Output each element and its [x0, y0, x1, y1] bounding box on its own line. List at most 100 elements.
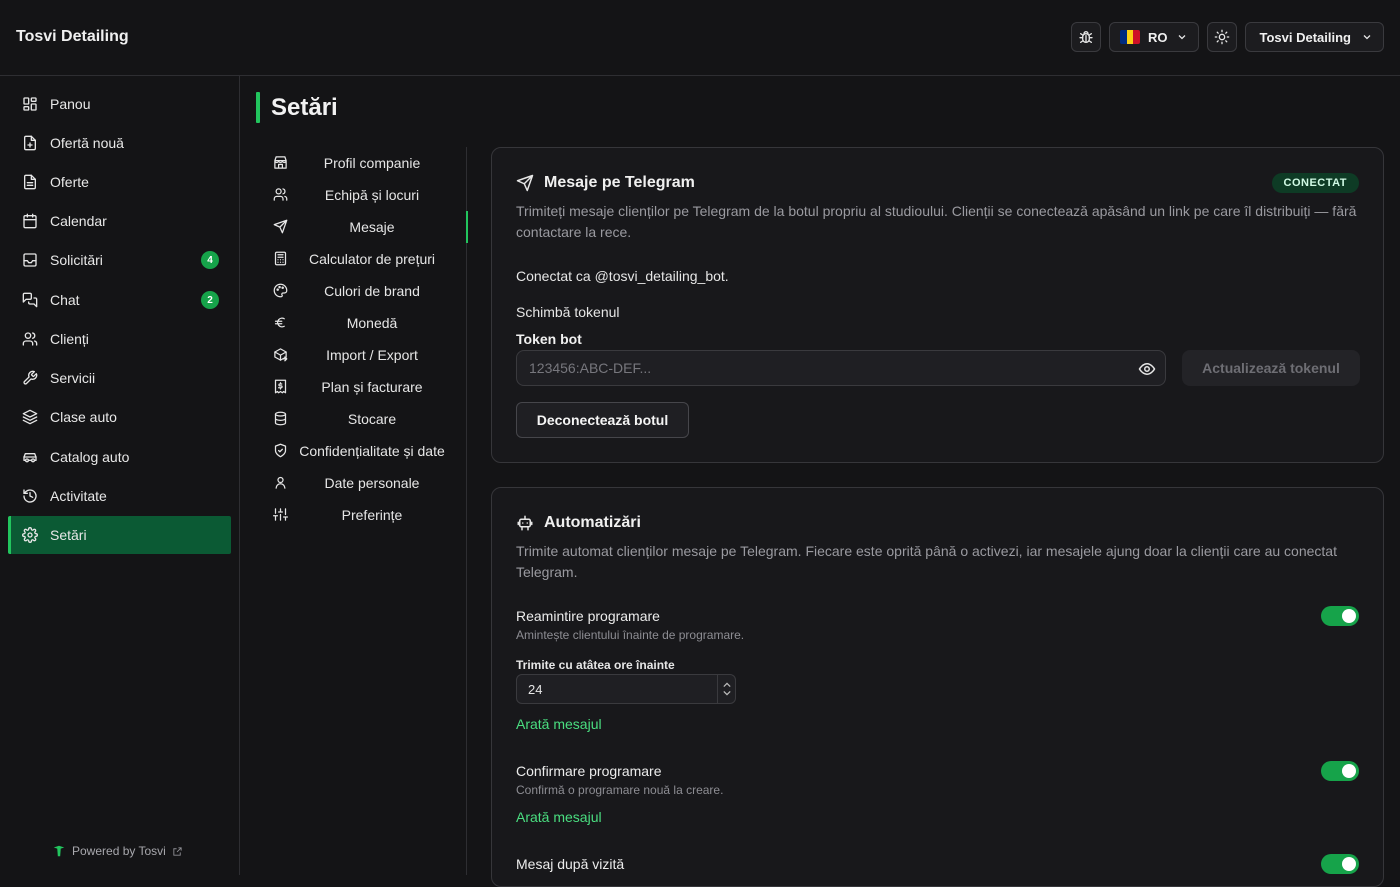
reminder-hours-label: Trimite cu atâtea ore înainte — [516, 658, 675, 672]
automations-description: Trimite automat clienților mesaje pe Tel… — [516, 543, 1337, 580]
robot-icon — [517, 515, 533, 531]
disconnect-bot-button[interactable]: Deconectează botul — [516, 402, 689, 438]
telegram-card: Mesaje pe Telegram CONECTAT Trimiteți me… — [491, 147, 1384, 463]
sidebar-item-label: Catalog auto — [50, 449, 130, 465]
sidebar-item-2[interactable]: Ofertă nouă — [8, 124, 231, 162]
telegram-title-text: Mesaje pe Telegram — [544, 174, 695, 191]
settings-nav-item-10[interactable]: Confidențialitate și date — [256, 435, 466, 467]
sidebar-item-label: Solicitări — [50, 252, 103, 268]
settings-nav-item-4[interactable]: Calculator de prețuri — [256, 243, 466, 275]
account-menu-button[interactable]: Tosvi Detailing — [1244, 22, 1384, 52]
settings-nav-item-12[interactable]: Preferințe — [256, 499, 466, 531]
sidebar-item-label: Clienți — [50, 331, 89, 347]
sidebar-item-10[interactable]: Catalog auto — [8, 438, 231, 476]
sidebar-item-label: Ofertă nouă — [50, 135, 124, 151]
automations-card: Automatizări Trimite automat clienților … — [491, 487, 1384, 887]
sidebar-item-7[interactable]: Clienți — [8, 320, 231, 358]
file-text-icon — [24, 174, 36, 190]
after-visit-title: Mesaj după vizită — [516, 856, 625, 872]
chevron-down-icon — [1178, 35, 1185, 40]
status-badge: CONECTAT — [1271, 173, 1359, 193]
layers-icon — [22, 409, 38, 425]
sliders-icon — [273, 508, 288, 521]
bug-report-button[interactable] — [1071, 22, 1101, 52]
palette-icon — [273, 283, 288, 298]
car-icon — [23, 453, 37, 463]
sidebar-item-label: Oferte — [50, 174, 89, 190]
sidebar-item-12[interactable]: Setări — [8, 516, 231, 554]
token-input[interactable]: 123456:ABC-DEF... — [516, 350, 1166, 386]
sidebar-item-6[interactable]: Chat 2 — [8, 281, 231, 319]
sun-icon — [1214, 29, 1229, 45]
reminder-toggle[interactable] — [1321, 606, 1359, 626]
top-bar: Tosvi Detailing RO Tosvi Detailing — [0, 0, 1400, 76]
settings-nav-item-3[interactable]: Mesaje — [256, 211, 468, 243]
automations-title-text: Automatizări — [544, 514, 641, 531]
wrench-icon — [23, 370, 38, 385]
sidebar-item-5[interactable]: Solicitări 4 — [8, 241, 231, 279]
calculator-icon — [274, 251, 287, 266]
token-label: Token bot — [516, 331, 582, 347]
app-brand: Tosvi Detailing — [16, 28, 129, 45]
automations-card-title: Automatizări — [516, 514, 641, 532]
settings-nav-item-5[interactable]: Culori de brand — [256, 275, 466, 307]
sidebar: Powered by Tosvi Panou Ofertă nouă Oferte C… — [0, 76, 240, 875]
confirmation-title: Confirmare programare — [516, 763, 662, 779]
store-icon — [274, 156, 287, 169]
account-name: Tosvi Detailing — [1259, 29, 1352, 45]
settings-nav-item-8[interactable]: Plan și facturare — [256, 371, 466, 403]
eye-icon[interactable] — [1137, 360, 1157, 378]
reminder-show-message-link[interactable]: Arată mesajul — [516, 716, 602, 732]
sidebar-item-label: Chat — [50, 292, 80, 308]
page-title-accent — [256, 92, 260, 123]
chevron-down-icon[interactable] — [722, 690, 731, 696]
sidebar-item-label: Panou — [50, 96, 91, 112]
powered-by-link[interactable]: Powered by Tosvi — [52, 844, 183, 858]
users-icon — [273, 188, 288, 201]
update-token-button[interactable]: Actualizează tokenul — [1182, 350, 1360, 386]
token-placeholder: 123456:ABC-DEF... — [529, 360, 652, 376]
sidebar-item-11[interactable]: Activitate — [8, 477, 231, 515]
sidebar-item-8[interactable]: Servicii — [8, 359, 231, 397]
sidebar-item-label: Activitate — [50, 488, 107, 504]
telegram-card-title: Mesaje pe Telegram — [516, 174, 695, 192]
confirmation-toggle[interactable] — [1321, 761, 1359, 781]
sidebar-item-3[interactable]: Oferte — [8, 163, 231, 201]
settings-nav-item-9[interactable]: Stocare — [256, 403, 466, 435]
language-selector[interactable]: RO — [1109, 22, 1199, 52]
euro-icon — [274, 317, 285, 328]
reminder-hours-value: 24 — [528, 681, 543, 697]
settings-nav-item-1[interactable]: Profil companie — [256, 147, 466, 179]
sidebar-item-label: Clase auto — [50, 409, 117, 425]
settings-nav-item-11[interactable]: Date personale — [256, 467, 466, 499]
language-code: RO — [1148, 29, 1168, 45]
sidebar-item-9[interactable]: Clase auto — [8, 398, 231, 436]
sidebar-item-label: Servicii — [50, 370, 96, 386]
count-badge: 2 — [201, 291, 219, 309]
after-visit-toggle[interactable] — [1321, 854, 1359, 874]
sidebar-item-1[interactable]: Panou — [8, 85, 231, 123]
sidebar-item-label: Calendar — [50, 213, 107, 229]
database-icon — [274, 411, 287, 426]
reminder-hours-input[interactable]: 24 — [516, 674, 736, 704]
number-stepper[interactable] — [717, 675, 735, 703]
bug-icon — [1079, 31, 1093, 43]
confirmation-show-message-link[interactable]: Arată mesajul — [516, 809, 602, 825]
settings-nav: Profil companie Echipă și locuri Mesaje Cal… — [256, 147, 468, 875]
chat-icon — [22, 292, 38, 308]
top-actions: RO Tosvi Detailing — [1071, 22, 1384, 52]
settings-nav-item-2[interactable]: Echipă și locuri — [256, 179, 466, 211]
confirmation-subtitle: Confirmă o programare nouă la creare. — [516, 783, 724, 797]
shield-icon — [274, 443, 287, 458]
page-title: Setări — [271, 94, 338, 121]
settings-nav-item-7[interactable]: Import / Export — [256, 339, 466, 371]
theme-toggle-button[interactable] — [1206, 22, 1237, 52]
sidebar-item-4[interactable]: Calendar — [8, 202, 231, 240]
external-link-icon — [173, 846, 182, 856]
count-badge: 4 — [201, 251, 219, 269]
chevron-up-icon[interactable] — [722, 682, 731, 688]
users-icon — [22, 332, 38, 346]
telegram-description: Trimiteți mesaje clienților pe Telegram … — [516, 203, 1357, 240]
settings-nav-item-6[interactable]: Monedă — [256, 307, 466, 339]
chevron-down-icon — [1363, 35, 1371, 40]
